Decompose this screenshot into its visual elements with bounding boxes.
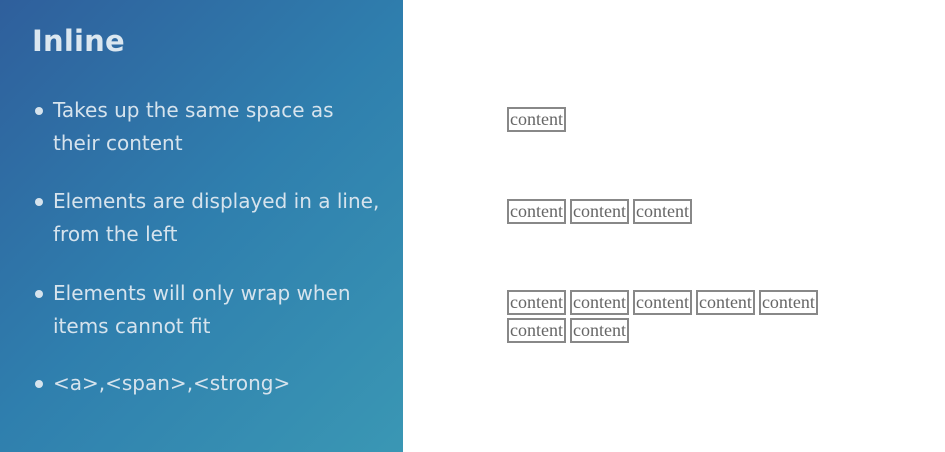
demo-row-line: content content content [507, 199, 887, 227]
slide-title: Inline [32, 24, 125, 58]
bullet-text: <a>,<span>,<strong> [53, 371, 291, 395]
bullet-item: <a>,<span>,<strong> [32, 367, 382, 400]
inline-box: content [507, 107, 566, 132]
inline-box: content [569, 290, 629, 315]
inline-box: content [507, 318, 566, 343]
bullet-item: Elements will only wrap when items canno… [32, 277, 382, 343]
right-panel: content content content content content con… [403, 0, 945, 452]
inline-box: content [569, 318, 629, 343]
inline-box: content [632, 290, 692, 315]
demo-row-single: content [507, 107, 887, 135]
bullet-dot-icon [35, 380, 43, 388]
inline-box: content [569, 199, 629, 224]
inline-box: content [758, 290, 818, 315]
inline-box: content [695, 290, 755, 315]
bullet-item: Elements are displayed in a line, from t… [32, 185, 382, 251]
left-panel: Inline Takes up the same space as their … [0, 0, 403, 452]
bullet-dot-icon [35, 290, 43, 298]
inline-box: content [507, 199, 566, 224]
bullet-item: Takes up the same space as their content [32, 94, 382, 160]
inline-box: content [632, 199, 692, 224]
bullet-text: Takes up the same space as their content [53, 98, 334, 155]
bullet-dot-icon [35, 198, 43, 206]
demo-row-wrap: content content content content content conte… [507, 290, 887, 346]
bullet-dot-icon [35, 107, 43, 115]
bullet-text: Elements will only wrap when items canno… [53, 281, 351, 338]
bullet-text: Elements are displayed in a line, from t… [53, 189, 380, 246]
inline-box: content [507, 290, 566, 315]
slide: Inline Takes up the same space as their … [0, 0, 945, 452]
